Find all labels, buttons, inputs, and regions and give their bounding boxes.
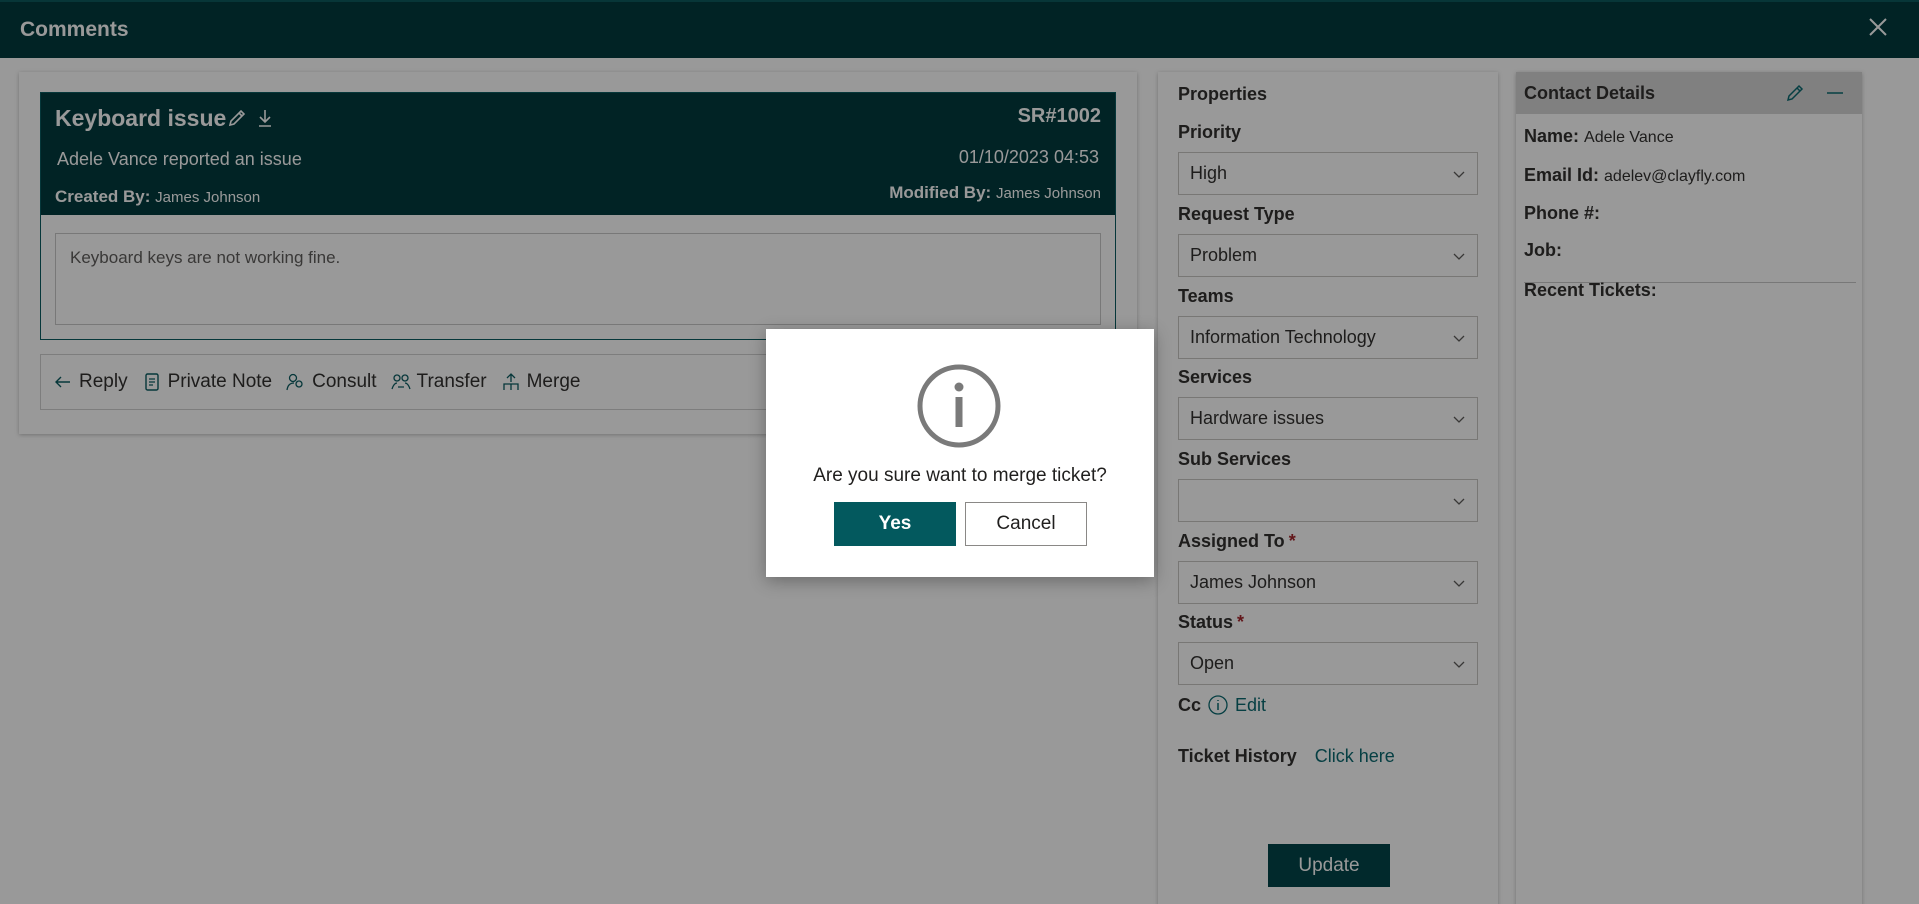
yes-button[interactable]: Yes [834,502,956,546]
cancel-button[interactable]: Cancel [965,502,1087,546]
confirm-dialog: Are you sure want to merge ticket? Yes C… [766,329,1154,577]
info-icon [916,363,1002,449]
dialog-message: Are you sure want to merge ticket? [813,465,1107,486]
